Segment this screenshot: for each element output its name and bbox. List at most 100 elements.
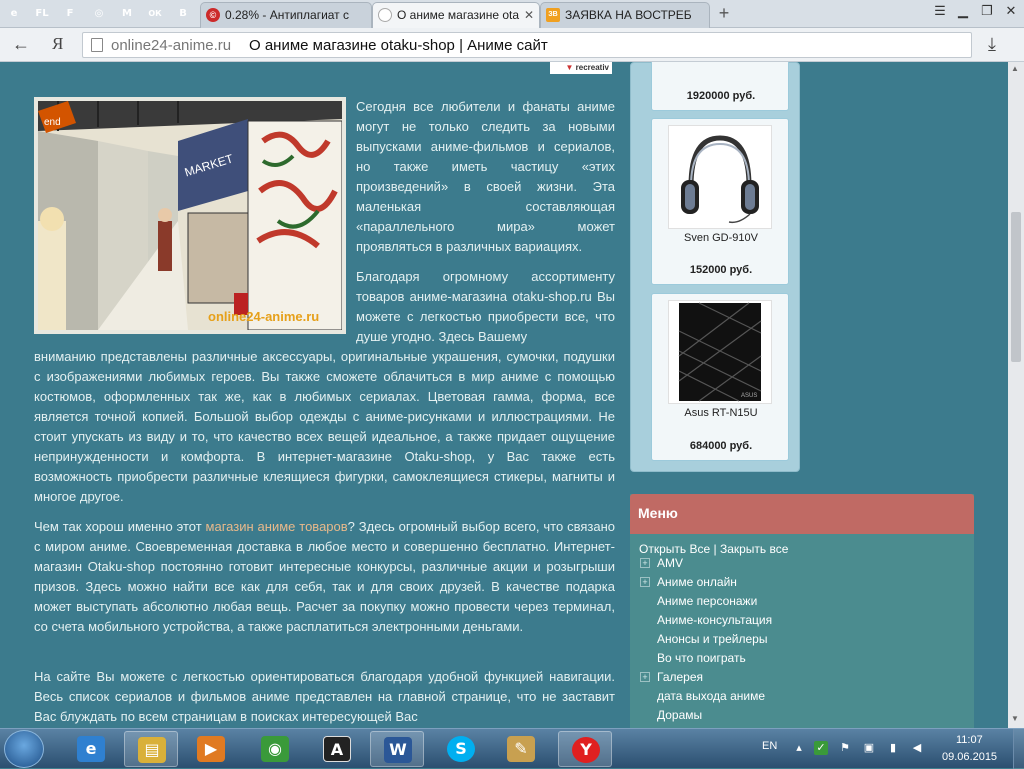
tab-antiplagiat[interactable]: © 0.28% - Антиплагиат с	[200, 2, 372, 28]
scroll-down-icon[interactable]: ▼	[1011, 714, 1019, 723]
anime-shop-link[interactable]: магазин аниме товаров	[206, 519, 348, 534]
taskbar-skype[interactable]: S	[434, 731, 488, 767]
clock-time[interactable]: 11:07	[956, 734, 983, 746]
taskbar-chrome[interactable]: ◉	[248, 731, 302, 767]
windows-taskbar: e ▤ ▶ ◉ A W S ✎ Y EN ▴ ✓ ⚑ ▣ ▮ ◀ 11:07 0…	[0, 728, 1024, 769]
recreativ-ad-badge[interactable]: ▼ recreativ	[550, 62, 612, 74]
start-button[interactable]	[4, 730, 44, 768]
article: ▼ recreativ MARKET end online24-anime.ru…	[22, 62, 622, 728]
menu-header: Меню	[630, 494, 974, 534]
page-info-icon[interactable]	[91, 38, 103, 52]
product-image[interactable]	[668, 125, 772, 229]
address-bar-area: ← Я online24-anime.ru О аниме магазине o…	[0, 28, 1024, 62]
product-name[interactable]: Sven GD-910V	[652, 232, 790, 244]
folder-icon: ▤	[138, 737, 166, 763]
product-price: 684000 руб.	[689, 440, 753, 452]
menu-controls-separator: |	[713, 542, 717, 556]
router-icon: ASUS	[678, 302, 762, 402]
minimize-icon[interactable]: ▁	[952, 2, 974, 20]
taskbar-explorer[interactable]: ▤	[124, 731, 178, 767]
taskbar-media-player[interactable]: ▶	[184, 731, 238, 767]
product-card[interactable]: Sven GD-910V 152000 руб.	[651, 118, 789, 285]
product-card[interactable]: 1920000 руб.	[651, 62, 789, 111]
word-icon: W	[384, 737, 412, 763]
ie-icon: e	[77, 736, 105, 762]
product-card[interactable]: ASUS Asus RT-N15U 684000 руб.	[651, 293, 789, 461]
svg-text:end: end	[44, 117, 61, 128]
headphones-icon	[681, 135, 759, 224]
menu-title: Меню	[638, 505, 678, 521]
taskbar-paint[interactable]: ✎	[494, 731, 548, 767]
page-scrollbar[interactable]: ▲ ▼	[1008, 62, 1024, 728]
web-page: ▼ recreativ MARKET end online24-anime.ru…	[0, 62, 1008, 728]
chrome-icon: ◉	[261, 736, 289, 762]
url-host: online24-anime.ru	[111, 37, 232, 54]
sidebar-menu: Меню Открыть Все | Закрыть все + AMV + А…	[630, 494, 974, 728]
network-icon[interactable]: ▮	[886, 741, 900, 755]
tab-otaku-shop[interactable]: О аниме магазине ota ✕	[372, 2, 540, 28]
yandex-logo-button[interactable]: Я	[52, 34, 63, 54]
download-icon[interactable]: ⤓	[988, 34, 996, 55]
taskbar-ie[interactable]: e	[64, 731, 118, 767]
open-all-link[interactable]: Открыть Все	[639, 542, 710, 556]
antiplagiat-icon: ©	[206, 8, 220, 22]
paint-icon: ✎	[507, 736, 535, 762]
security-icon[interactable]: ✓	[814, 741, 828, 755]
fl-icon[interactable]: FL	[32, 4, 52, 24]
vk-icon[interactable]: В	[173, 4, 193, 24]
paragraph-3: Чем так хорош именно этот магазин аниме …	[34, 519, 615, 634]
page-icon	[378, 8, 392, 22]
action-center-icon[interactable]: ⚑	[838, 741, 852, 755]
font-icon: A	[323, 736, 351, 762]
tab-zayavka[interactable]: ЗВ ЗАЯВКА НА ВОСТРЕБ	[540, 2, 710, 28]
show-desktop-button[interactable]	[1013, 729, 1024, 769]
url-page-title: О аниме магазине otaku-shop | Аниме сайт	[249, 37, 548, 54]
target-icon[interactable]: ◎	[89, 4, 109, 24]
paragraph-2-continued: вниманию представлены различные аксессуа…	[34, 349, 615, 504]
taskbar-yandex-browser[interactable]: Y	[558, 731, 612, 767]
bookmarks-menu-icon[interactable]: ☰	[930, 2, 950, 20]
scroll-thumb[interactable]	[1011, 212, 1021, 362]
gmail-icon[interactable]: M	[117, 4, 137, 24]
paragraph-4: На сайте Вы можете с легкостью ориентиро…	[34, 669, 615, 724]
paragraph-1: Сегодня все любители и фанаты аниме могу…	[356, 99, 615, 254]
svg-text:ASUS: ASUS	[741, 393, 757, 399]
anime-street-illustration: MARKET end	[38, 101, 342, 330]
expand-icon[interactable]: +	[640, 672, 650, 682]
product-image[interactable]: ASUS	[668, 300, 772, 404]
paragraph-2: Благодаря огромному ассортименту товаров…	[356, 269, 615, 344]
maximize-icon[interactable]: ❐	[976, 2, 998, 20]
close-all-link[interactable]: Закрыть все	[720, 542, 788, 556]
scroll-up-icon[interactable]: ▲	[1011, 64, 1019, 73]
tray-expand-icon[interactable]: ▴	[792, 741, 806, 755]
yandex-browser-icon: Y	[572, 737, 600, 763]
taskbar-word[interactable]: W	[370, 731, 424, 767]
taskbar-font-viewer[interactable]: A	[310, 731, 364, 767]
clock-date[interactable]: 09.06.2015	[942, 751, 997, 763]
products-panel: 1920000 руб. Sven GD-910V 152000 руб. AS…	[630, 62, 800, 472]
browser-tab-strip: e FL F ◎ M ОК В © 0.28% - Антиплагиат с …	[0, 0, 1024, 28]
expand-icon[interactable]: +	[640, 577, 650, 587]
menu-controls: Открыть Все | Закрыть все	[639, 542, 788, 556]
product-name[interactable]: Asus RT-N15U	[652, 407, 790, 419]
new-tab-button[interactable]: +	[714, 4, 734, 24]
article-illustration: MARKET end online24-anime.ru	[34, 97, 346, 334]
expand-icon[interactable]: +	[640, 558, 650, 568]
f-icon[interactable]: F	[60, 4, 80, 24]
ie-icon[interactable]: e	[4, 4, 24, 24]
language-indicator[interactable]: EN	[762, 740, 777, 752]
skype-icon: S	[447, 736, 475, 762]
ok-icon[interactable]: ОК	[145, 4, 165, 24]
close-window-icon[interactable]: ✕	[1000, 2, 1022, 20]
close-tab-icon[interactable]: ✕	[524, 3, 534, 27]
image-watermark: online24-anime.ru	[208, 309, 320, 324]
recreativ-logo-icon: ▼	[565, 63, 576, 72]
back-arrow-icon[interactable]: ←	[12, 34, 30, 55]
volume-icon[interactable]: ◀	[910, 741, 924, 755]
zayavka-icon: ЗВ	[546, 8, 560, 22]
media-player-icon: ▶	[197, 736, 225, 762]
product-price: 1920000 руб.	[686, 90, 756, 102]
url-input[interactable]: online24-anime.ru О аниме магазине otaku…	[82, 32, 972, 58]
product-price: 152000 руб.	[689, 264, 753, 276]
device-icon[interactable]: ▣	[862, 741, 876, 755]
